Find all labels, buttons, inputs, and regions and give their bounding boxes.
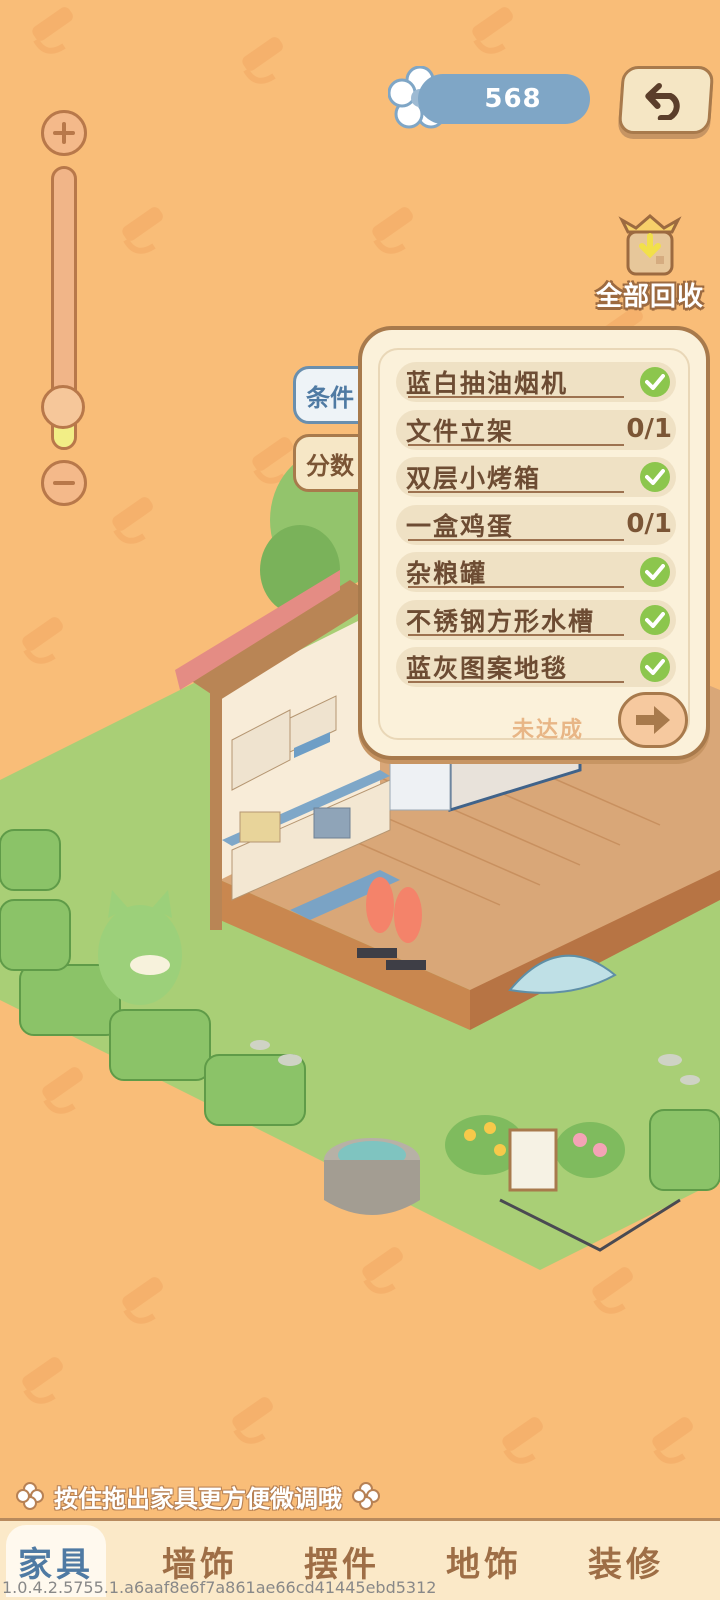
tab-floor-decor[interactable]: 地饰 [434,1531,534,1591]
condition-name: 双层小烤箱 [406,464,542,493]
condition-row: 蓝灰图案地毯 [396,647,676,687]
check-icon [640,462,670,492]
condition-name: 蓝灰图案地毯 [406,654,569,683]
back-arrow-icon [645,83,680,120]
recycle-bag-icon [618,214,682,276]
condition-underline [408,443,624,446]
condition-row: 不锈钢方形水槽 [396,599,676,640]
condition-row: 文件立架 0/1 [396,409,676,450]
check-icon [640,652,670,682]
hint-text: 按住拖出家具更方便微调哦 [54,1484,342,1513]
condition-row: 杂粮罐 [396,552,676,592]
clover-icon [352,1482,380,1510]
condition-name: 一盒鸡蛋 [406,511,515,541]
condition-underline [408,681,624,683]
condition-progress: 0/1 [626,508,672,539]
zoom-in-button[interactable] [41,110,87,156]
condition-row: 双层小烤箱 [396,457,676,497]
currency-display: 568 [388,66,592,129]
condition-row: 一盒鸡蛋 0/1 [396,504,676,545]
next-button[interactable] [618,692,688,748]
topiary-cat [98,890,182,1005]
condition-name: 不锈钢方形水槽 [406,606,596,636]
condition-underline [408,538,624,541]
condition-progress: 0/1 [626,413,672,444]
check-icon [640,557,670,587]
tab-renovation[interactable]: 装修 [576,1531,676,1591]
condition-name: 文件立架 [406,416,515,446]
check-icon [640,367,670,397]
condition-name: 蓝白抽油烟机 [406,369,569,398]
condition-underline [408,586,624,588]
condition-underline [408,396,624,398]
plus-icon [53,122,75,144]
clover-icon [16,1482,44,1510]
back-button[interactable] [617,66,715,134]
condition-underline [408,633,624,636]
arrow-right-icon [636,706,670,734]
version-text: 1.0.4.2.5755.1.a6aaf8e6f7a861ae66cd41445… [2,1578,437,1597]
recycle-all-button[interactable]: 全部回收 [590,208,710,312]
check-icon [640,604,670,635]
condition-row: 蓝白抽油烟机 [396,362,676,402]
hint-bar: 按住拖出家具更方便微调哦 [16,1478,380,1514]
condition-name: 杂粮罐 [406,559,488,588]
currency-amount: 568 [418,74,590,124]
panel-status: 未达成 [512,718,585,743]
stone-well [324,1138,420,1215]
condition-underline [408,491,624,493]
